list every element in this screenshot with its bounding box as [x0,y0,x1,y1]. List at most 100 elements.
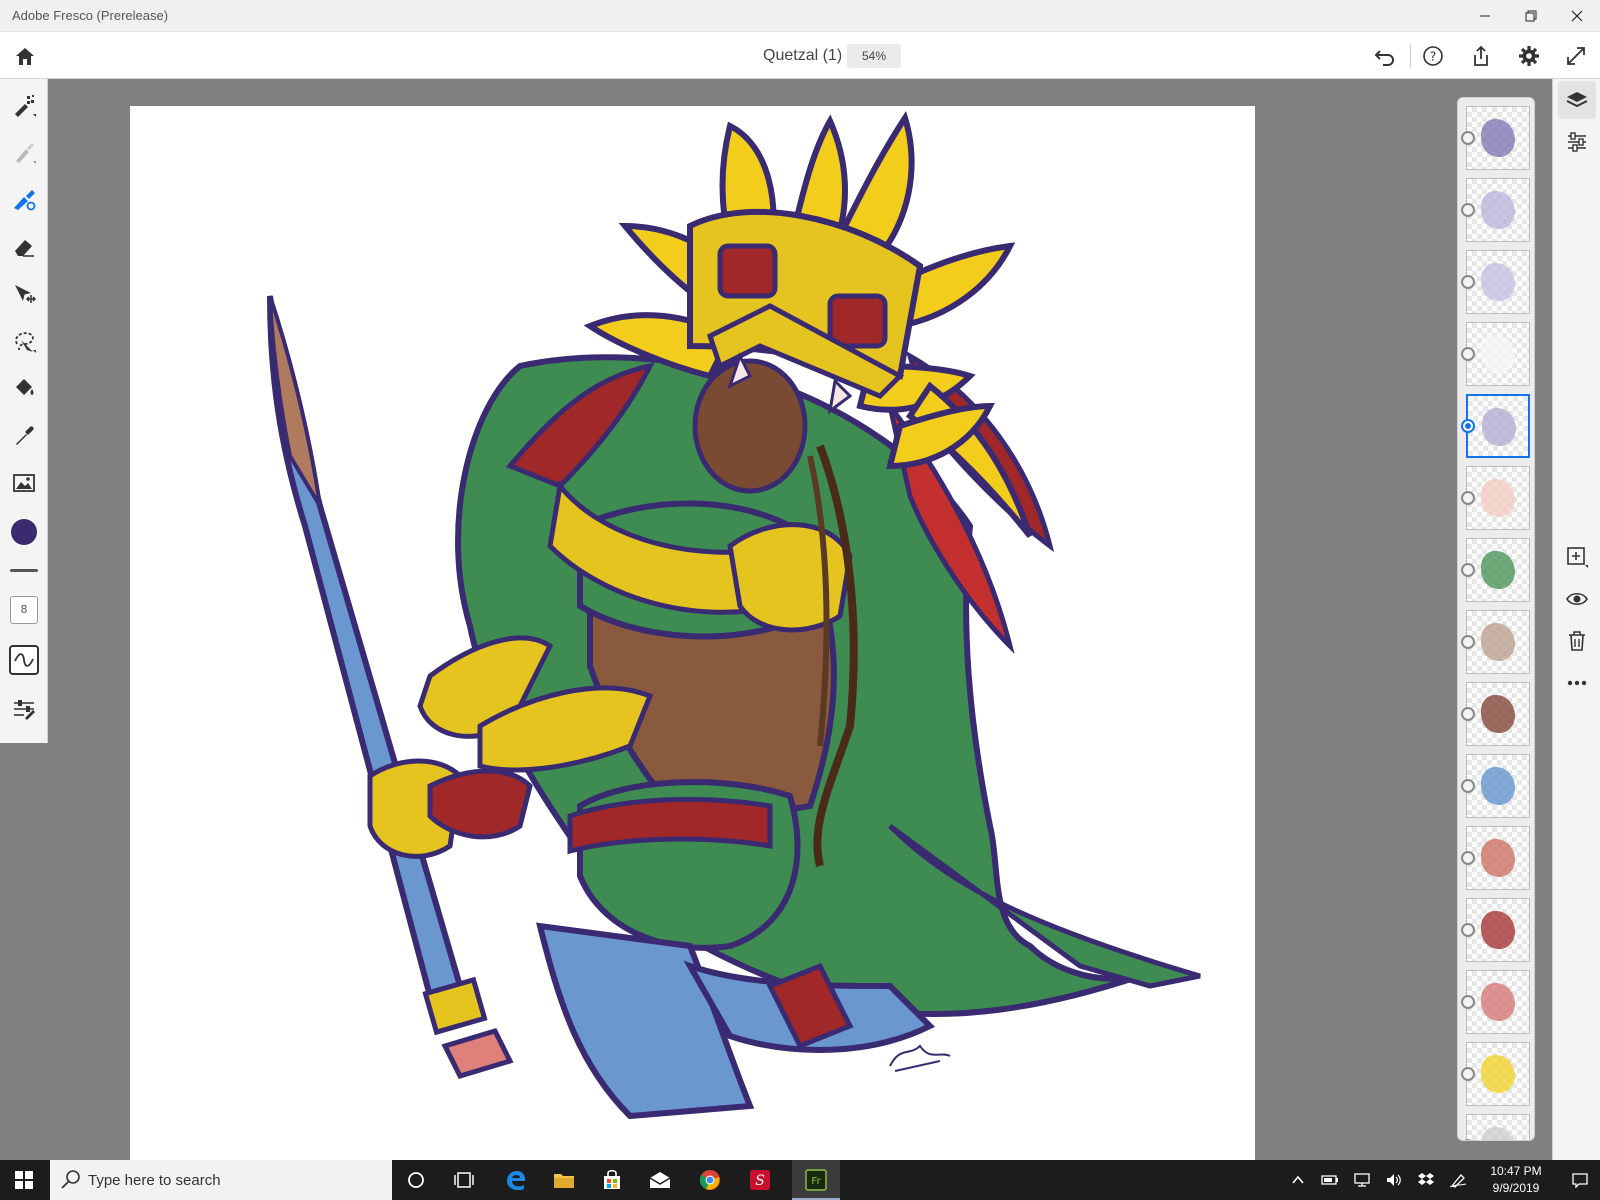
app-header: Quetzal (1) 54% ? [0,32,1600,79]
pen-tray[interactable] [1443,1160,1473,1200]
dropbox-tray[interactable] [1411,1160,1441,1200]
drawing-canvas[interactable] [130,106,1255,1160]
layer-thumbnail[interactable] [1466,322,1530,386]
layer-thumbnail[interactable] [1466,682,1530,746]
layer-select-radio[interactable] [1461,851,1475,865]
image-icon [13,474,35,492]
search-icon [61,1170,80,1189]
zoom-level[interactable]: 54% [847,44,901,68]
artwork-quetzal [267,111,1201,1120]
eraser-icon [15,240,34,257]
sketchbook-app[interactable]: S [736,1160,784,1200]
layer-select-radio[interactable] [1461,707,1475,721]
fullscreen-button[interactable] [1562,42,1590,70]
more-options-button[interactable] [1558,664,1596,702]
fill-tool[interactable] [6,370,42,406]
layer-select-radio[interactable] [1461,923,1475,937]
layer-thumbnail[interactable] [1466,1114,1530,1140]
layer-select-radio[interactable] [1461,1067,1475,1081]
clock-date: 9/9/2019 [1492,1181,1540,1195]
window-title: Adobe Fresco (Prerelease) [12,8,169,23]
edge-icon [507,1171,526,1191]
live-brush-tool[interactable] [6,134,42,170]
layer-select-radio[interactable] [1461,347,1475,361]
volume-tray[interactable] [1379,1160,1409,1200]
taskbar-search-box[interactable]: Type here to search [50,1160,392,1200]
layer-thumbnail[interactable] [1466,178,1530,242]
notification-icon [1572,1173,1588,1188]
close-button[interactable] [1554,0,1600,32]
layer-select-radio[interactable] [1461,203,1475,217]
file-explorer-app[interactable] [540,1160,588,1200]
show-hidden-icons-button[interactable] [1283,1160,1313,1200]
brush-size-field[interactable]: 8 [10,596,38,624]
layer-thumbnail[interactable] [1466,538,1530,602]
battery-tray[interactable] [1315,1160,1345,1200]
brush-settings-tool[interactable] [6,691,42,727]
smoothing-button[interactable] [9,645,39,675]
eye-icon [1566,592,1588,606]
minimize-button[interactable] [1462,0,1508,32]
live-brush-icon [16,143,36,164]
paint-bucket-icon [16,379,34,395]
eraser-tool[interactable] [6,229,42,265]
layer-thumbnail[interactable] [1466,826,1530,890]
svg-text:Fr: Fr [811,1176,821,1187]
vector-brush-tool[interactable] [6,181,42,217]
search-placeholder: Type here to search [88,1172,221,1189]
layer-thumbnail[interactable] [1466,610,1530,674]
layer-select-radio[interactable] [1461,779,1475,793]
layer-select-radio[interactable] [1461,635,1475,649]
chrome-app[interactable] [686,1160,734,1200]
move-transform-tool[interactable] [6,276,42,312]
layer-thumbnail[interactable] [1466,250,1530,314]
restore-button[interactable] [1508,0,1554,32]
mail-app[interactable] [636,1160,684,1200]
fresco-app-active[interactable]: Fr [792,1160,840,1200]
layer-select-radio[interactable] [1461,275,1475,289]
lasso-tool[interactable] [6,323,42,359]
place-image-tool[interactable] [6,465,42,501]
action-center-button[interactable] [1565,1160,1595,1200]
layer-preview [1481,263,1515,301]
start-button[interactable] [0,1160,48,1200]
document-title[interactable]: Quetzal (1) [763,47,842,65]
layer-select-radio[interactable] [1461,491,1475,505]
taskbar-clock[interactable]: 10:47 PM 9/9/2019 [1480,1163,1552,1197]
layer-select-radio[interactable] [1461,995,1475,1009]
settings-button[interactable] [1515,42,1543,70]
layer-preview [1481,623,1515,661]
fresco-icon: Fr [805,1169,827,1191]
folder-icon [554,1174,574,1188]
home-button[interactable] [11,42,39,70]
add-layer-button[interactable] [1558,538,1596,576]
layer-visibility-button[interactable] [1558,580,1596,618]
layer-thumbnail[interactable] [1466,1042,1530,1106]
restore-icon [1525,10,1537,22]
layer-thumbnail[interactable] [1466,394,1530,458]
layer-thumbnail[interactable] [1466,106,1530,170]
layer-select-radio[interactable] [1461,131,1475,145]
eyedropper-tool[interactable] [6,417,42,453]
layer-select-radio[interactable] [1461,419,1475,433]
layer-select-radio[interactable] [1461,563,1475,577]
layer-thumbnail[interactable] [1466,466,1530,530]
layer-thumbnail[interactable] [1466,970,1530,1034]
layers-toggle-button[interactable] [1558,81,1596,119]
task-view-button[interactable] [440,1160,488,1200]
layer-thumbnail[interactable] [1466,898,1530,962]
delete-layer-button[interactable] [1558,622,1596,660]
help-button[interactable]: ? [1419,42,1447,70]
layer-properties-button[interactable] [1558,123,1596,161]
eyedropper-icon [16,426,34,445]
store-app[interactable] [588,1160,636,1200]
sliders-icon [1568,132,1586,152]
cortana-button[interactable] [392,1160,440,1200]
share-button[interactable] [1467,42,1495,70]
pixel-brush-tool[interactable] [6,87,42,123]
color-swatch[interactable] [11,519,37,545]
network-tray[interactable] [1347,1160,1377,1200]
edge-app[interactable] [492,1160,540,1200]
undo-button[interactable] [1371,42,1399,70]
layer-thumbnail[interactable] [1466,754,1530,818]
